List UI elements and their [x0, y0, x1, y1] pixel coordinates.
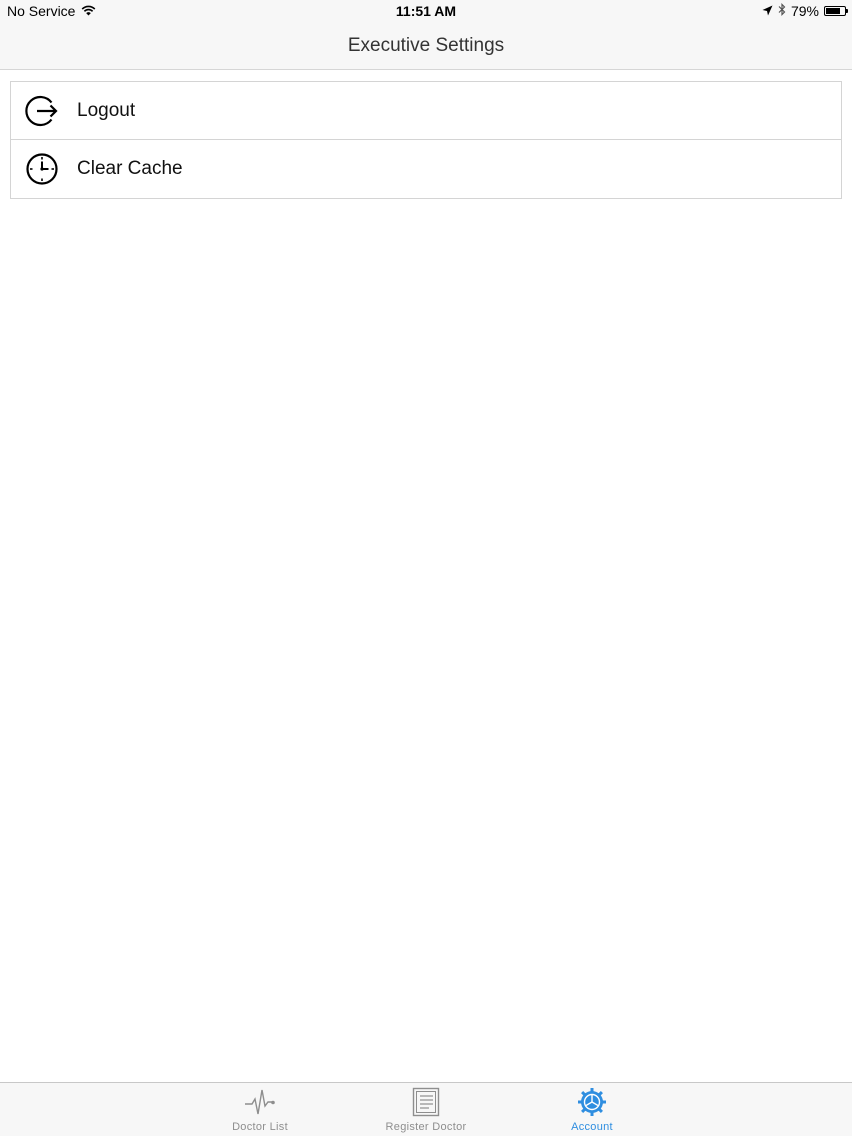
tab-label-account: Account	[571, 1121, 613, 1133]
document-icon	[410, 1087, 442, 1117]
status-right: 79%	[762, 3, 848, 19]
page-title: Executive Settings	[347, 35, 505, 56]
logout-icon	[25, 94, 59, 128]
clear-cache-row[interactable]: Clear Cache	[11, 140, 841, 198]
logout-row[interactable]: Logout	[11, 82, 841, 140]
tab-label-doctor-list: Doctor List	[232, 1121, 288, 1133]
tab-bar: Doctor List Register Doctor Account	[0, 1082, 852, 1136]
tab-doctor-list[interactable]: Doctor List	[195, 1083, 325, 1137]
status-bar: No Service 11:51 AM 79%	[0, 0, 852, 24]
bluetooth-icon	[778, 3, 786, 19]
nav-bar: Executive Settings	[0, 24, 852, 70]
clock-icon	[25, 152, 59, 186]
location-arrow-icon	[762, 3, 773, 19]
gear-icon	[576, 1087, 608, 1117]
battery-icon	[824, 6, 848, 16]
tab-register-doctor[interactable]: Register Doctor	[361, 1083, 491, 1137]
heartbeat-icon	[244, 1087, 276, 1117]
tab-account[interactable]: Account	[527, 1083, 657, 1137]
tab-label-register-doctor: Register Doctor	[385, 1121, 467, 1133]
logout-label: Logout	[77, 99, 136, 121]
settings-menu: Logout Clear Cache	[10, 81, 842, 199]
battery-percent: 79%	[790, 3, 819, 19]
status-time: 11:51 AM	[395, 3, 457, 19]
clear-cache-label: Clear Cache	[77, 158, 183, 179]
battery-fill	[826, 8, 841, 14]
